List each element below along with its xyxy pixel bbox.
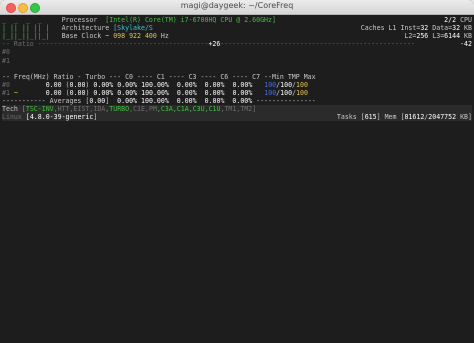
averages-line: ----------- Averages [0.00] 0.00% 100.00… [2, 97, 316, 105]
row-c3: 0.00% [176, 88, 197, 97]
core-row-0: #0 0.00 (0.00) 0.00% 0.00% 100.00% 0.00%… [2, 80, 308, 89]
row-c0: 0.00% [117, 80, 138, 89]
data-label: Data= [432, 24, 453, 33]
row-min: 100 [264, 88, 277, 97]
tech-line: Tech [TSC-INV,HTT,EIST,IDA,TURBO,C1E,PM,… [2, 105, 472, 114]
mem-used: 81612 [404, 113, 425, 122]
ratio-bar: -- Ratio -------------------------------… [2, 40, 472, 49]
row-turbo: 0.00% [93, 80, 114, 89]
tasks-label: Tasks [336, 113, 357, 122]
row-c0: 0.00% [117, 88, 138, 97]
avg-c3: 0.00% [176, 97, 197, 105]
ratio-max: -42 [460, 40, 472, 49]
tech-feature: ,EIST [69, 105, 90, 114]
cpu-unit: CPU [460, 16, 472, 24]
row-c7: 0.00% [232, 88, 253, 97]
title-bar: magi@daygeek: ~/CoreFreq [0, 0, 474, 15]
caches-label: Caches L1 Inst= [360, 24, 421, 33]
row-id: #0 [2, 80, 10, 89]
row-max: 100 [296, 88, 308, 97]
row-c3: 0.00% [176, 80, 197, 89]
columns-header: -- Freq(MHz) Ratio - Turbo --- C0 ---- C… [2, 72, 316, 81]
base-clock-value: 098 922 400 [113, 32, 157, 41]
avg-c0: 0.00% [117, 97, 138, 105]
row-c6: 0.00% [204, 88, 225, 97]
tech-features: [TSC-INV,HTT,EIST,IDA,TURBO,C1E,PM,C3A,C… [22, 105, 256, 113]
system-line: Linux [4.8.0-39-generic] Tasks [615] Mem … [2, 113, 472, 122]
row-ratio: 0.00 [69, 80, 86, 89]
core-row-1: #1 ~ 0.00 (0.00) 0.00% 0.00% 100.00% 0.0… [2, 88, 308, 97]
row-marker: ~ [13, 88, 18, 97]
tasks-count: 615 [364, 113, 377, 122]
row-tmp: 100 [280, 88, 293, 97]
processor-label: Processor [61, 16, 98, 24]
avg-c7: 0.00% [232, 97, 253, 105]
row-ratio: 0.00 [69, 88, 86, 97]
base-clock-label: Base Clock ~ [61, 32, 110, 41]
averages-label: ----------- Averages [ [2, 97, 90, 105]
l3-value: 6144 [444, 32, 461, 41]
tech-feature: ,TURBO [105, 105, 130, 114]
tech-feature: ,TM1 [220, 105, 237, 114]
avg-c1: 100.00% [141, 97, 169, 105]
row-c1: 100.00% [141, 80, 169, 89]
window-title: magi@daygeek: ~/CoreFreq [180, 1, 294, 10]
row-c7: 0.00% [232, 80, 253, 89]
tech-label: Tech [2, 105, 18, 114]
row-freq: 0.00 [45, 80, 62, 89]
ratio-bar-left: -- Ratio -- [2, 40, 46, 49]
tech-feature: ,C1E [129, 105, 145, 114]
row-c1: 100.00% [141, 88, 169, 97]
tech-feature: [TSC-INV [21, 105, 54, 114]
tech-feature: ,PM [145, 105, 157, 114]
corefreq-screen: _ _ _ _ Processor [Intel(R) Core(TM) i7-… [2, 16, 472, 341]
core-top-1: #1 [2, 56, 10, 65]
cache-unit: KB [464, 24, 472, 33]
l1-inst: 32 [420, 24, 429, 33]
row-freq: 0.00 [45, 88, 62, 97]
architecture-value: [Skylake/S [113, 24, 153, 33]
linux-label: Linux [2, 113, 22, 122]
row-c6: 0.00% [204, 80, 225, 89]
kernel-version: [4.8.0-39-generic [25, 113, 94, 122]
row-max: 100 [296, 80, 308, 89]
logo-line-2: | || || || | [2, 24, 50, 33]
row-min: 100 [264, 80, 277, 89]
tech-feature: ,C3U [188, 105, 205, 114]
avg-freq: 0.00 [89, 97, 106, 105]
base-clock-unit: Hz [160, 32, 169, 41]
kernel-close: ] [93, 113, 98, 122]
architecture-label: Architecture [61, 24, 110, 33]
terminal-window: magi@daygeek: ~/CoreFreq _ _ _ _ Process… [0, 0, 474, 343]
processor-value: [Intel(R) Core(TM) i7-6700HQ CPU @ 2.60G… [105, 16, 276, 24]
averages-close: ] [105, 97, 110, 105]
l3-label: L3= [432, 32, 445, 41]
core-top-0: #0 [2, 48, 10, 57]
l23-unit: KB [464, 32, 472, 41]
tech-feature: ,C3A [156, 105, 173, 114]
processor-line: _ _ _ _ Processor [Intel(R) Core(TM) i7-… [2, 16, 472, 24]
tech-feature: ,C1A [172, 105, 189, 114]
architecture-line: | || || || | Architecture [Skylake/S Cach… [2, 24, 472, 32]
ratio-mark: +26 [208, 40, 221, 49]
mem-unit: KB [460, 113, 469, 122]
row-tmp: 100 [280, 80, 293, 89]
logo-line-3: |_||_||_||_| [2, 32, 50, 41]
avg-c6: 0.00% [204, 97, 225, 105]
l2-value: 256 [416, 32, 429, 41]
tech-feature: ,C1U [204, 105, 221, 114]
mem-label: Mem [384, 113, 397, 122]
l1-data: 32 [452, 24, 461, 33]
mem-total: 2047752 [428, 113, 457, 122]
base-clock-line: |_||_||_||_| Base Clock ~ 098 922 400 Hz… [2, 32, 472, 40]
tech-feature: ,TM2] [236, 105, 257, 114]
tech-feature: ,HTT [53, 105, 70, 114]
row-id: #1 [2, 88, 10, 97]
l2-label: L2= [404, 32, 417, 41]
logo-line-1: _ _ _ _ [2, 16, 42, 24]
cpu-threads: 2/2 [444, 16, 457, 24]
row-turbo: 0.00% [93, 88, 114, 97]
tech-feature: ,IDA [89, 105, 106, 114]
